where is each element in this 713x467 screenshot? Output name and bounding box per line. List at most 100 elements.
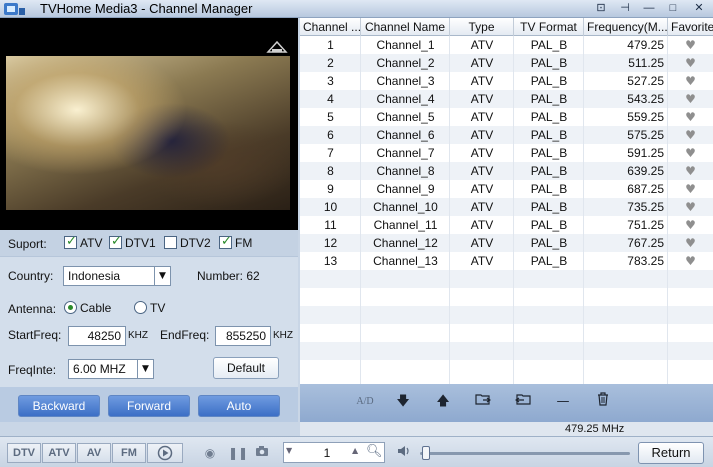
close-button[interactable]: ✕: [688, 0, 710, 16]
table-row: [300, 288, 713, 306]
volume-icon[interactable]: [396, 445, 412, 461]
channel-spinner[interactable]: ▼ 1 ▲ 🔍︎: [283, 442, 385, 463]
tv-radio[interactable]: [134, 301, 147, 314]
favorite-heart-icon[interactable]: ♥: [668, 198, 713, 216]
search-icon[interactable]: 🔍︎: [366, 444, 383, 459]
remove-icon[interactable]: —: [552, 392, 574, 412]
frequency-readout: 479.25 MHz: [565, 423, 625, 435]
move-up-icon[interactable]: 🡅: [432, 392, 454, 412]
favorite-heart-icon[interactable]: ♥: [668, 144, 713, 162]
video-frame: [6, 56, 290, 210]
col-frequency[interactable]: Frequency(M...: [584, 18, 668, 36]
freqinte-select[interactable]: 6.00 MHZ ▼: [68, 359, 154, 379]
atv-checkbox[interactable]: [64, 234, 77, 249]
dtv2-label: DTV2: [180, 236, 211, 250]
favorite-heart-icon[interactable]: ♥: [668, 108, 713, 126]
channel-logo-icon: [266, 40, 288, 54]
table-row[interactable]: 11 Channel_11 ATV PAL_B 751.25 ♥: [300, 216, 713, 234]
table-row[interactable]: 1 Channel_1 ATV PAL_B 479.25 ♥: [300, 36, 713, 54]
channel-value[interactable]: 1: [304, 446, 350, 460]
cell-channel-name: Channel_9: [376, 182, 435, 196]
cable-radio[interactable]: [64, 301, 77, 314]
table-row[interactable]: 10 Channel_10 ATV PAL_B 735.25 ♥: [300, 198, 713, 216]
dtv-mode-button[interactable]: DTV: [7, 443, 41, 463]
table-row[interactable]: 6 Channel_6 ATV PAL_B 575.25 ♥: [300, 126, 713, 144]
chevron-down-icon[interactable]: ▼: [137, 360, 153, 378]
col-channel-name[interactable]: Channel Name: [361, 18, 450, 36]
atv-mode-button[interactable]: ATV: [42, 443, 76, 463]
dtv2-checkbox[interactable]: [164, 236, 177, 249]
chevron-up-icon[interactable]: ▲: [352, 446, 364, 455]
col-channel-number[interactable]: Channel ...: [300, 18, 361, 36]
video-preview[interactable]: [0, 18, 298, 230]
fm-mode-button[interactable]: FM: [112, 443, 146, 463]
cell-channel-name: Channel_8: [376, 164, 435, 178]
country-select[interactable]: Indonesia ▼: [63, 266, 171, 286]
default-button[interactable]: Default: [213, 357, 279, 379]
table-row[interactable]: 5 Channel_5 ATV PAL_B 559.25 ♥: [300, 108, 713, 126]
cell-channel-name: Channel_3: [376, 74, 435, 88]
cell-channel-name: Channel_1: [376, 38, 435, 52]
play-button[interactable]: [147, 443, 183, 463]
return-button[interactable]: Return: [638, 442, 704, 464]
favorite-heart-icon[interactable]: ♥: [668, 162, 713, 180]
forward-button[interactable]: Forward: [108, 395, 190, 417]
av-mode-button[interactable]: AV: [77, 443, 111, 463]
table-row[interactable]: 8 Channel_8 ATV PAL_B 639.25 ♥: [300, 162, 713, 180]
cell-channel-name: Channel_10: [373, 200, 438, 214]
cell-tv-format: PAL_B: [530, 200, 568, 214]
export-icon[interactable]: [512, 392, 534, 412]
favorite-heart-icon[interactable]: ♥: [668, 216, 713, 234]
table-row[interactable]: 3 Channel_3 ATV PAL_B 527.25 ♥: [300, 72, 713, 90]
volume-slider-thumb[interactable]: [422, 446, 430, 460]
end-freq-input[interactable]: 855250: [215, 326, 271, 346]
cell-channel-number: 8: [327, 164, 334, 178]
favorite-heart-icon[interactable]: ♥: [668, 54, 713, 72]
minimize-button[interactable]: —: [638, 0, 660, 16]
pause-icon[interactable]: ❚❚: [228, 445, 248, 461]
favorite-heart-icon[interactable]: ♥: [668, 126, 713, 144]
maximize-button[interactable]: □: [662, 0, 684, 16]
table-header: Channel ... Channel Name Type TV Format …: [300, 18, 713, 36]
favorite-heart-icon[interactable]: ♥: [668, 90, 713, 108]
col-tv-format[interactable]: TV Format: [514, 18, 584, 36]
table-row[interactable]: 7 Channel_7 ATV PAL_B 591.25 ♥: [300, 144, 713, 162]
volume-slider[interactable]: [420, 452, 630, 455]
start-freq-label: StartFreq:: [8, 328, 62, 342]
delete-icon[interactable]: [592, 392, 614, 412]
table-row[interactable]: 9 Channel_9 ATV PAL_B 687.25 ♥: [300, 180, 713, 198]
camera-icon[interactable]: [254, 445, 270, 461]
table-row: [300, 306, 713, 324]
backward-button[interactable]: Backward: [18, 395, 100, 417]
start-freq-unit: KHZ: [128, 330, 148, 341]
import-icon[interactable]: [472, 392, 494, 412]
col-type[interactable]: Type: [450, 18, 514, 36]
dtv1-checkbox[interactable]: [109, 234, 122, 249]
table-row[interactable]: 13 Channel_13 ATV PAL_B 783.25 ♥: [300, 252, 713, 270]
record-icon[interactable]: ◉: [202, 445, 218, 461]
analog-digital-toggle[interactable]: A/D: [352, 392, 378, 412]
col-favorites[interactable]: Favorites: [668, 18, 713, 36]
fm-checkbox[interactable]: [219, 234, 232, 249]
favorite-heart-icon[interactable]: ♥: [668, 234, 713, 252]
start-freq-input[interactable]: 48250: [68, 326, 126, 346]
chevron-down-icon[interactable]: ▼: [286, 446, 298, 455]
channel-table[interactable]: Channel ... Channel Name Type TV Format …: [300, 18, 713, 384]
table-row[interactable]: 4 Channel_4 ATV PAL_B 543.25 ♥: [300, 90, 713, 108]
favorite-heart-icon[interactable]: ♥: [668, 36, 713, 54]
cell-type: ATV: [470, 182, 494, 196]
pin-icon[interactable]: ⊡: [590, 0, 612, 16]
move-down-icon[interactable]: 🡇: [392, 392, 414, 412]
cell-channel-name: Channel_11: [373, 218, 438, 232]
auto-button[interactable]: Auto: [198, 395, 280, 417]
favorite-heart-icon[interactable]: ♥: [668, 180, 713, 198]
table-row[interactable]: 12 Channel_12 ATV PAL_B 767.25 ♥: [300, 234, 713, 252]
freqinte-value: 6.00 MHZ: [73, 362, 126, 376]
favorite-heart-icon[interactable]: ♥: [668, 252, 713, 270]
favorite-heart-icon[interactable]: ♥: [668, 72, 713, 90]
cell-type: ATV: [470, 128, 494, 142]
table-row[interactable]: 2 Channel_2 ATV PAL_B 511.25 ♥: [300, 54, 713, 72]
dock-icon[interactable]: ⊣: [614, 0, 636, 16]
grid-line: [360, 36, 361, 384]
chevron-down-icon[interactable]: ▼: [154, 267, 170, 285]
